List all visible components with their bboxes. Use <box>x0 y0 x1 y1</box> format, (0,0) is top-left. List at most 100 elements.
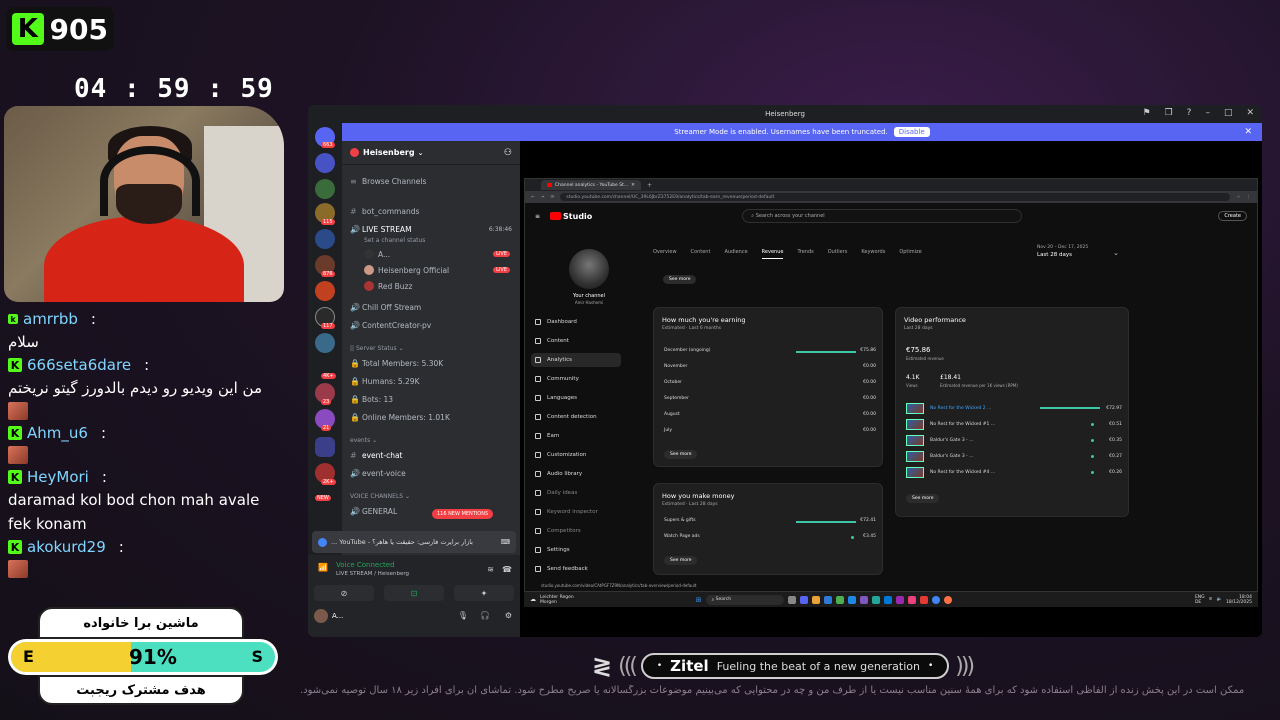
close-icon[interactable]: ✕ <box>1244 127 1252 137</box>
screen-share-button[interactable]: ⊡ <box>384 585 444 601</box>
settings-icon[interactable]: ⚙ <box>505 611 512 620</box>
see-more-button[interactable]: See more <box>664 556 698 565</box>
new-mentions-badge[interactable]: 116 NEW MENTIONS <box>432 509 494 519</box>
minimize-button[interactable]: – <box>1205 108 1210 118</box>
volume-icon[interactable]: 🔈 <box>1216 597 1222 602</box>
stat-bots[interactable]: 🔒 Bots: 13 <box>350 395 516 404</box>
nav-content[interactable]: Content <box>535 334 625 348</box>
nav-customization[interactable]: Customization <box>535 448 625 462</box>
taskview-icon[interactable] <box>787 595 796 604</box>
nav-earn[interactable]: Earn <box>535 429 625 443</box>
see-more-button[interactable]: See more <box>906 494 940 503</box>
date-range-picker[interactable]: Nov 20 – Dec 17, 2025 Last 28 days <box>1037 245 1088 258</box>
user-panel[interactable]: A... <box>314 609 343 623</box>
category-server-status[interactable]: || Server Status ⌄ <box>350 345 404 352</box>
tab-optimize[interactable]: Optimize <box>899 249 921 259</box>
create-button[interactable]: Create <box>1218 211 1247 221</box>
close-button[interactable]: ✕ <box>1246 108 1254 118</box>
tab-overview[interactable]: Overview <box>653 249 677 259</box>
new-tab-icon[interactable]: + <box>647 182 652 189</box>
server-icon[interactable] <box>315 229 335 249</box>
wifi-icon[interactable]: ≋ <box>1209 597 1213 602</box>
category-events[interactable]: events ⌄ <box>350 437 377 444</box>
weather-widget[interactable]: Leichter Regen Morgen <box>540 595 574 605</box>
nav-dashboard[interactable]: Dashboard <box>535 315 625 329</box>
nav-community[interactable]: Community <box>535 372 625 386</box>
studio-logo[interactable]: Studio <box>550 212 592 221</box>
video-row[interactable]: No Rest for the Wicked 2 ... €72.97 <box>906 402 1122 414</box>
nav-content-detection[interactable]: Content detection <box>535 410 625 424</box>
video-row[interactable]: No Rest for the Wicked #4 ... €0.26 <box>906 466 1122 478</box>
server-icon[interactable] <box>315 179 335 199</box>
activities-button[interactable]: ✦ <box>454 585 514 601</box>
headphones-icon[interactable]: 🎧 <box>480 611 490 620</box>
nav-languages[interactable]: Languages <box>535 391 625 405</box>
stat-total-members[interactable]: 🔒 Total Members: 5.30K <box>350 359 516 368</box>
add-member-icon[interactable]: ⚇ <box>504 148 512 158</box>
forward-icon[interactable]: → <box>541 195 545 200</box>
disable-button[interactable]: Disable <box>893 127 930 137</box>
popout-icon[interactable]: ❐ <box>1165 108 1173 118</box>
disconnect-icon[interactable]: ☎ <box>502 565 512 574</box>
url-input[interactable]: studio.youtube.com/channel/UC_39L6JbrZ37… <box>560 193 1231 201</box>
browse-channels[interactable]: ≡ Browse Channels <box>350 177 516 186</box>
app-icon[interactable] <box>895 595 904 604</box>
video-row[interactable]: No Rest for the Wicked #1 ... €0.51 <box>906 418 1122 430</box>
server-header[interactable]: Heisenberg ⌄ ⚇ <box>342 141 520 165</box>
hamburger-icon[interactable]: ≡ <box>535 213 540 220</box>
vscode-icon[interactable] <box>883 595 892 604</box>
stat-humans[interactable]: 🔒 Humans: 5.29K <box>350 377 516 386</box>
voice-member[interactable]: Red Buzz <box>364 281 514 291</box>
tab-audience[interactable]: Audience <box>724 249 747 259</box>
app-icon[interactable] <box>919 595 928 604</box>
channel-event-voice[interactable]: 🔊 event-voice <box>350 469 516 478</box>
studio-search-input[interactable]: ⌕ Search across your channel <box>742 209 1023 223</box>
camera-button[interactable]: ⊘ <box>314 585 374 601</box>
app-icon[interactable] <box>847 595 856 604</box>
voice-channel-path[interactable]: LIVE STREAM / Heisenberg <box>336 571 409 577</box>
app-icon[interactable] <box>871 595 880 604</box>
stat-online[interactable]: 🔒 Online Members: 1.01K <box>350 413 516 422</box>
language-indicator[interactable]: ENG DE <box>1195 595 1205 605</box>
help-icon[interactable]: ? <box>1187 108 1192 118</box>
taskbar-clock[interactable]: 18:04 18/12/2025 <box>1226 595 1252 605</box>
menu-icon[interactable]: ⋮ <box>1247 195 1252 200</box>
see-more-button[interactable]: See more <box>664 450 698 459</box>
app-icon[interactable] <box>907 595 916 604</box>
nav-daily-ideas[interactable]: Daily ideas <box>535 486 625 500</box>
tab-outliers[interactable]: Outliers <box>828 249 848 259</box>
windows-start-icon[interactable]: ⊞ <box>696 596 702 604</box>
chrome-icon[interactable] <box>931 595 940 604</box>
microphone-icon[interactable]: 🎙 <box>458 611 468 620</box>
taskbar-search[interactable]: ⌕ Search <box>705 594 784 605</box>
close-icon[interactable]: ✕ <box>631 183 635 188</box>
server-folder-icon[interactable] <box>315 437 335 457</box>
star-icon[interactable]: ☆ <box>1236 195 1240 200</box>
channel-bot-commands[interactable]: # bot_commands <box>350 207 516 216</box>
app-icon[interactable] <box>859 595 868 604</box>
reload-icon[interactable]: ⟳ <box>551 195 555 200</box>
channel-status[interactable]: Set a channel status <box>364 237 425 244</box>
server-icon[interactable] <box>315 153 335 173</box>
nav-competitors[interactable]: Competitors <box>535 524 625 538</box>
tab-content[interactable]: Content <box>691 249 711 259</box>
channel-avatar[interactable] <box>569 249 609 289</box>
tab-trends[interactable]: Trends <box>797 249 813 259</box>
channel-creator[interactable]: 🔊 ContentCreator-pv <box>350 321 516 330</box>
browser-tab[interactable]: Channel analytics - YouTube St... ✕ <box>541 180 641 190</box>
discord-app-icon[interactable] <box>799 595 808 604</box>
nav-send-feedback[interactable]: Send feedback <box>535 562 625 576</box>
nav-analytics[interactable]: Analytics <box>531 353 621 367</box>
firefox-icon[interactable] <box>943 595 952 604</box>
nav-keyword-inspector[interactable]: Keyword inspector <box>535 505 625 519</box>
channel-event-chat[interactable]: # event-chat <box>350 451 516 460</box>
server-icon[interactable] <box>315 281 335 301</box>
voice-member[interactable]: A... LIVE <box>364 249 514 259</box>
tab-keywords[interactable]: Keywords <box>861 249 885 259</box>
see-more-button[interactable]: See more <box>663 275 697 284</box>
server-icon[interactable] <box>315 333 335 353</box>
back-icon[interactable]: ← <box>531 195 535 200</box>
maximize-button[interactable]: □ <box>1224 108 1233 118</box>
chevron-down-icon[interactable]: ⌄ <box>1113 249 1119 257</box>
nav-audio-library[interactable]: Audio library <box>535 467 625 481</box>
